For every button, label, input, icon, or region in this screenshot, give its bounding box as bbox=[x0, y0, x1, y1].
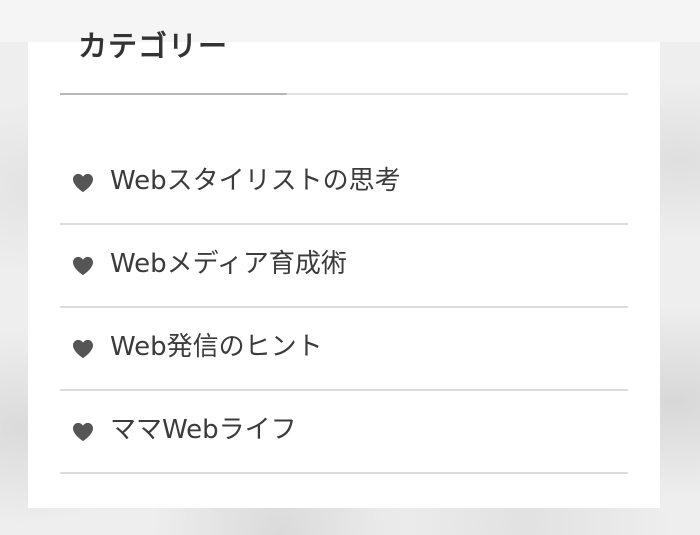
widget-title: カテゴリー bbox=[78, 29, 229, 63]
category-item-web-stylist[interactable]: Webスタイリストの思考 bbox=[60, 142, 628, 225]
heart-icon bbox=[73, 173, 93, 193]
category-label[interactable]: Webスタイリストの思考 bbox=[110, 166, 401, 197]
category-item-web-media[interactable]: Webメディア育成術 bbox=[60, 225, 628, 308]
heart-icon bbox=[73, 422, 93, 442]
title-divider-accent bbox=[60, 93, 287, 95]
heart-icon bbox=[73, 339, 93, 359]
category-widget: カテゴリー Webスタイリストの思考 Webメディア育成術 Web発信のヒント bbox=[28, 32, 660, 508]
category-item-mama-web-life[interactable]: ママWebライフ bbox=[60, 391, 628, 474]
category-item-web-hints[interactable]: Web発信のヒント bbox=[60, 308, 628, 391]
category-label[interactable]: ママWebライフ bbox=[110, 415, 297, 446]
category-label[interactable]: Web発信のヒント bbox=[110, 332, 323, 363]
heart-icon bbox=[73, 256, 93, 276]
category-list: Webスタイリストの思考 Webメディア育成術 Web発信のヒント ママWebラ… bbox=[60, 142, 628, 474]
category-label[interactable]: Webメディア育成術 bbox=[110, 249, 347, 280]
